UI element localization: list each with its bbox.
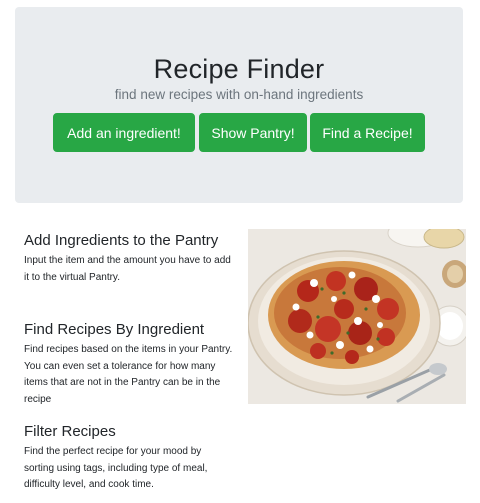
find-recipe-button[interactable]: Find a Recipe! bbox=[310, 113, 425, 152]
feature-add-ingredients: Add Ingredients to the Pantry Input the … bbox=[24, 231, 234, 286]
page-title: Recipe Finder bbox=[153, 54, 325, 84]
add-ingredient-button[interactable]: Add an ingredient! bbox=[53, 113, 195, 152]
pasta-dish-photo bbox=[248, 229, 466, 404]
feature-title: Add Ingredients to the Pantry bbox=[24, 232, 219, 249]
feature-title: Find Recipes By Ingredient bbox=[24, 321, 205, 338]
show-pantry-button[interactable]: Show Pantry! bbox=[199, 113, 307, 152]
feature-title: Filter Recipes bbox=[24, 423, 116, 440]
feature-description: Find the perfect recipe for your mood by… bbox=[24, 446, 208, 490]
feature-description: Find recipes based on the items in your … bbox=[24, 344, 233, 405]
pasta-dish-illustration bbox=[248, 229, 466, 404]
feature-filter-recipes: Filter Recipes Find the perfect recipe f… bbox=[24, 422, 234, 494]
feature-find-recipes: Find Recipes By Ingredient Find recipes … bbox=[24, 320, 234, 408]
hero-banner: Recipe Finder find new recipes with on-h… bbox=[15, 7, 463, 203]
page-subtitle: find new recipes with on-hand ingredient… bbox=[114, 87, 364, 102]
feature-description: Input the item and the amount you have t… bbox=[24, 255, 231, 283]
